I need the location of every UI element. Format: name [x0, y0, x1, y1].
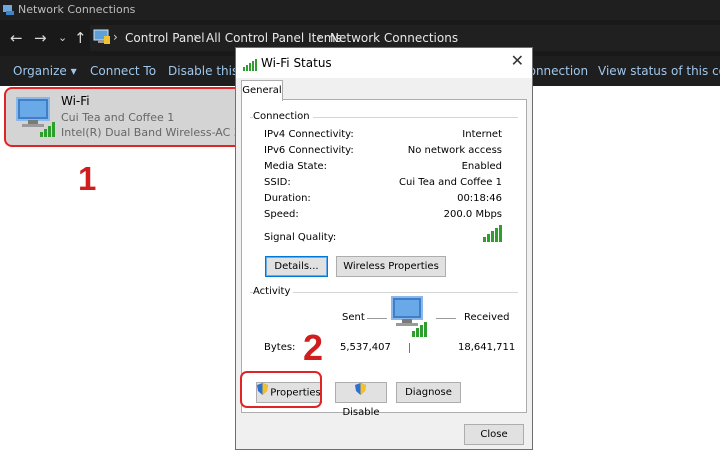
ipv6-value: No network access [407, 145, 502, 156]
received-line [436, 318, 456, 319]
speed-label: Speed: [264, 209, 299, 220]
history-dropdown-icon[interactable]: ⌄ [58, 29, 67, 47]
step-marker-2: 2 [303, 327, 324, 368]
up-arrow-icon[interactable]: ↑ [74, 29, 87, 47]
disable-button-label: Disable [342, 406, 380, 418]
breadcrumb-network-connections[interactable]: Network Connections [330, 31, 458, 45]
dialog-title: Wi-Fi Status [261, 56, 332, 70]
activity-divider [409, 343, 410, 353]
speed-value: 200.0 Mbps [443, 209, 502, 220]
adapter-name: Wi-Fi [61, 94, 90, 108]
signal-quality-label: Signal Quality: [264, 232, 337, 243]
bytes-sent-value: 5,537,407 [340, 342, 391, 353]
sent-line [367, 318, 387, 319]
signal-icon [243, 56, 257, 75]
breadcrumb-separator-icon: › [317, 30, 322, 44]
close-icon[interactable]: ✕ [511, 51, 524, 70]
control-panel-icon [93, 29, 111, 49]
step-marker-1: 1 [78, 160, 97, 197]
details-button[interactable]: Details... [265, 256, 328, 277]
organize-menu[interactable]: Organize ▾ [13, 64, 77, 78]
network-adapter-icon [14, 94, 58, 144]
adapter-network-name: Cui Tea and Coffee 1 [61, 111, 175, 124]
properties-highlight [240, 371, 322, 408]
bytes-label: Bytes: [264, 342, 296, 353]
view-status-button[interactable]: View status of this connec [598, 64, 720, 78]
duration-label: Duration: [264, 193, 311, 204]
breadcrumb-separator-icon: › [113, 30, 118, 44]
wifi-adapter-item[interactable]: Wi-Fi Cui Tea and Coffee 1 Intel(R) Dual… [4, 87, 259, 147]
tab-general[interactable]: General [241, 80, 283, 101]
window-title: Network Connections [18, 3, 136, 16]
received-label: Received [464, 312, 510, 323]
sent-label: Sent [342, 312, 365, 323]
ipv6-label: IPv6 Connectivity: [264, 145, 354, 156]
ssid-value: Cui Tea and Coffee 1 [399, 177, 502, 188]
close-button[interactable]: Close [464, 424, 524, 445]
connect-to-button[interactable]: Connect To [90, 64, 156, 78]
media-state-label: Media State: [264, 161, 328, 172]
disable-button[interactable]: Disable [335, 382, 387, 418]
window-titlebar: Network Connections [0, 0, 720, 20]
ipv4-value: Internet [462, 129, 502, 140]
ipv4-label: IPv4 Connectivity: [264, 129, 354, 140]
breadcrumb-separator-icon: › [193, 30, 198, 44]
adapter-device-name: Intel(R) Dual Band Wireless-AC 31... [61, 126, 259, 139]
ssid-label: SSID: [264, 177, 291, 188]
diagnose-button[interactable]: Diagnose [396, 382, 461, 403]
uac-shield-icon [354, 383, 366, 402]
computer-activity-icon [390, 295, 430, 343]
general-tab-panel: Connection IPv4 Connectivity: Internet I… [241, 99, 527, 418]
network-folder-icon [2, 3, 15, 19]
activity-group-label: Activity [253, 286, 294, 297]
media-state-value: Enabled [461, 161, 502, 172]
back-arrow-icon[interactable]: ← [10, 29, 23, 47]
bytes-received-value: 18,641,711 [458, 342, 516, 353]
dialog-titlebar: Wi-Fi Status ✕ [236, 48, 532, 78]
signal-quality-icon [483, 224, 503, 246]
connection-group-label: Connection [253, 111, 313, 122]
wireless-properties-button[interactable]: Wireless Properties [336, 256, 446, 277]
duration-value: 00:18:46 [457, 193, 502, 204]
forward-arrow-icon[interactable]: → [34, 29, 47, 47]
